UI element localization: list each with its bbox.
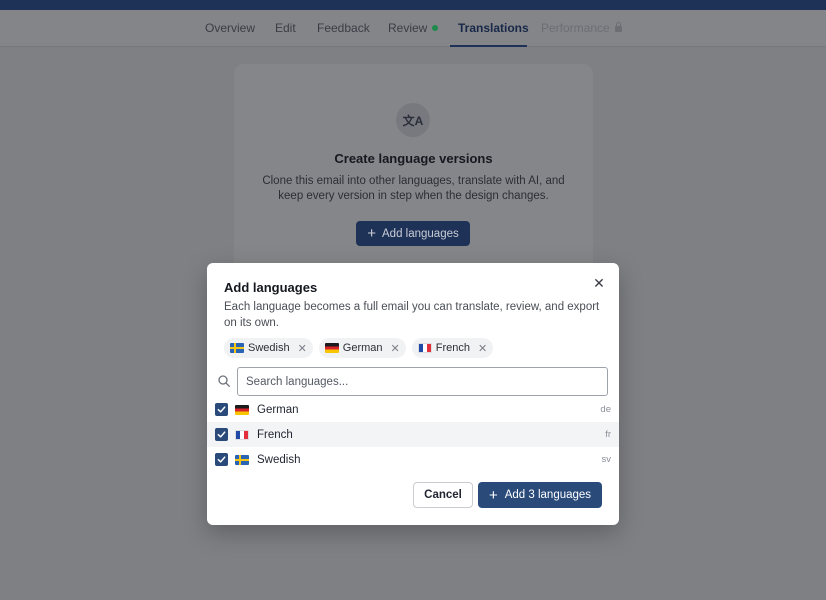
check-icon [217,431,226,438]
chip-label: Swedish [248,342,290,354]
checkbox[interactable] [215,403,228,416]
tab-label: Performance [541,21,610,35]
remove-chip-icon[interactable]: ✕ [298,342,307,355]
language-name: Swedish [257,453,301,466]
list-item-french[interactable]: French fr [207,422,619,447]
sweden-flag-icon [230,343,244,353]
language-list: German de French fr Swedish sv [207,397,619,472]
france-flag-icon [417,343,432,353]
tab-review[interactable]: Review [388,21,439,35]
language-code: de [600,404,611,415]
tab-bar: Overview Edit Feedback Review Translatio… [0,10,826,47]
language-code: sv [601,454,612,465]
check-icon [217,456,226,463]
plus-icon: + [488,486,498,504]
chip-label: German [342,342,383,354]
translate-icon: 文A [396,103,430,137]
tab-label: Feedback [317,21,370,35]
empty-state-title: Create language versions [334,151,493,166]
germany-flag-icon [324,343,339,353]
dialog-title: Add languages [224,280,318,295]
checkbox[interactable] [215,428,228,441]
tab-label: Review [388,21,428,35]
check-icon [217,406,226,413]
button-label: Add languages [382,227,459,240]
button-label: Add 3 languages [504,489,592,501]
tab-feedback[interactable]: Feedback [317,21,370,35]
checkbox[interactable] [215,453,228,466]
active-tab-indicator [450,45,527,47]
language-name: French [257,428,293,441]
language-code: fr [605,429,611,440]
france-flag-icon [235,429,249,440]
list-item-swedish[interactable]: Swedish sv [207,447,619,472]
list-item-german[interactable]: German de [207,397,619,422]
add-languages-button[interactable]: + Add languages [356,221,470,246]
search-icon [218,375,230,387]
empty-state-description: Clone this email into other languages, t… [262,175,565,202]
search-input[interactable] [237,367,608,396]
germany-flag-icon [235,404,249,415]
add-languages-confirm-button[interactable]: + Add 3 languages [478,482,602,508]
tab-edit[interactable]: Edit [275,21,296,35]
chip-german: German ✕ [318,338,406,358]
language-name: German [257,403,299,416]
tab-label: Edit [275,21,296,35]
cancel-button[interactable]: Cancel [413,482,473,508]
remove-chip-icon[interactable]: ✕ [391,342,400,355]
tab-translations[interactable]: Translations [458,21,529,35]
sweden-flag-icon [235,454,249,465]
tab-label: Translations [458,21,529,35]
lock-icon [614,22,622,32]
plus-icon: + [367,225,377,242]
chip-swedish: Swedish ✕ [224,338,313,358]
chip-french: French ✕ [411,338,494,358]
status-dot-icon [432,25,439,31]
tab-performance[interactable]: Performance [541,21,622,35]
remove-chip-icon[interactable]: ✕ [478,342,487,355]
tab-overview[interactable]: Overview [205,21,255,35]
tab-label: Overview [205,21,256,35]
app-top-bar [0,0,826,10]
chip-label: French [435,342,471,354]
add-languages-dialog: Add languages ✕ Each language becomes a … [207,263,619,525]
dialog-description: Each language becomes a full email you c… [224,301,600,329]
close-icon[interactable]: ✕ [592,276,606,290]
selected-languages: Swedish ✕ German ✕ French ✕ [224,338,494,358]
